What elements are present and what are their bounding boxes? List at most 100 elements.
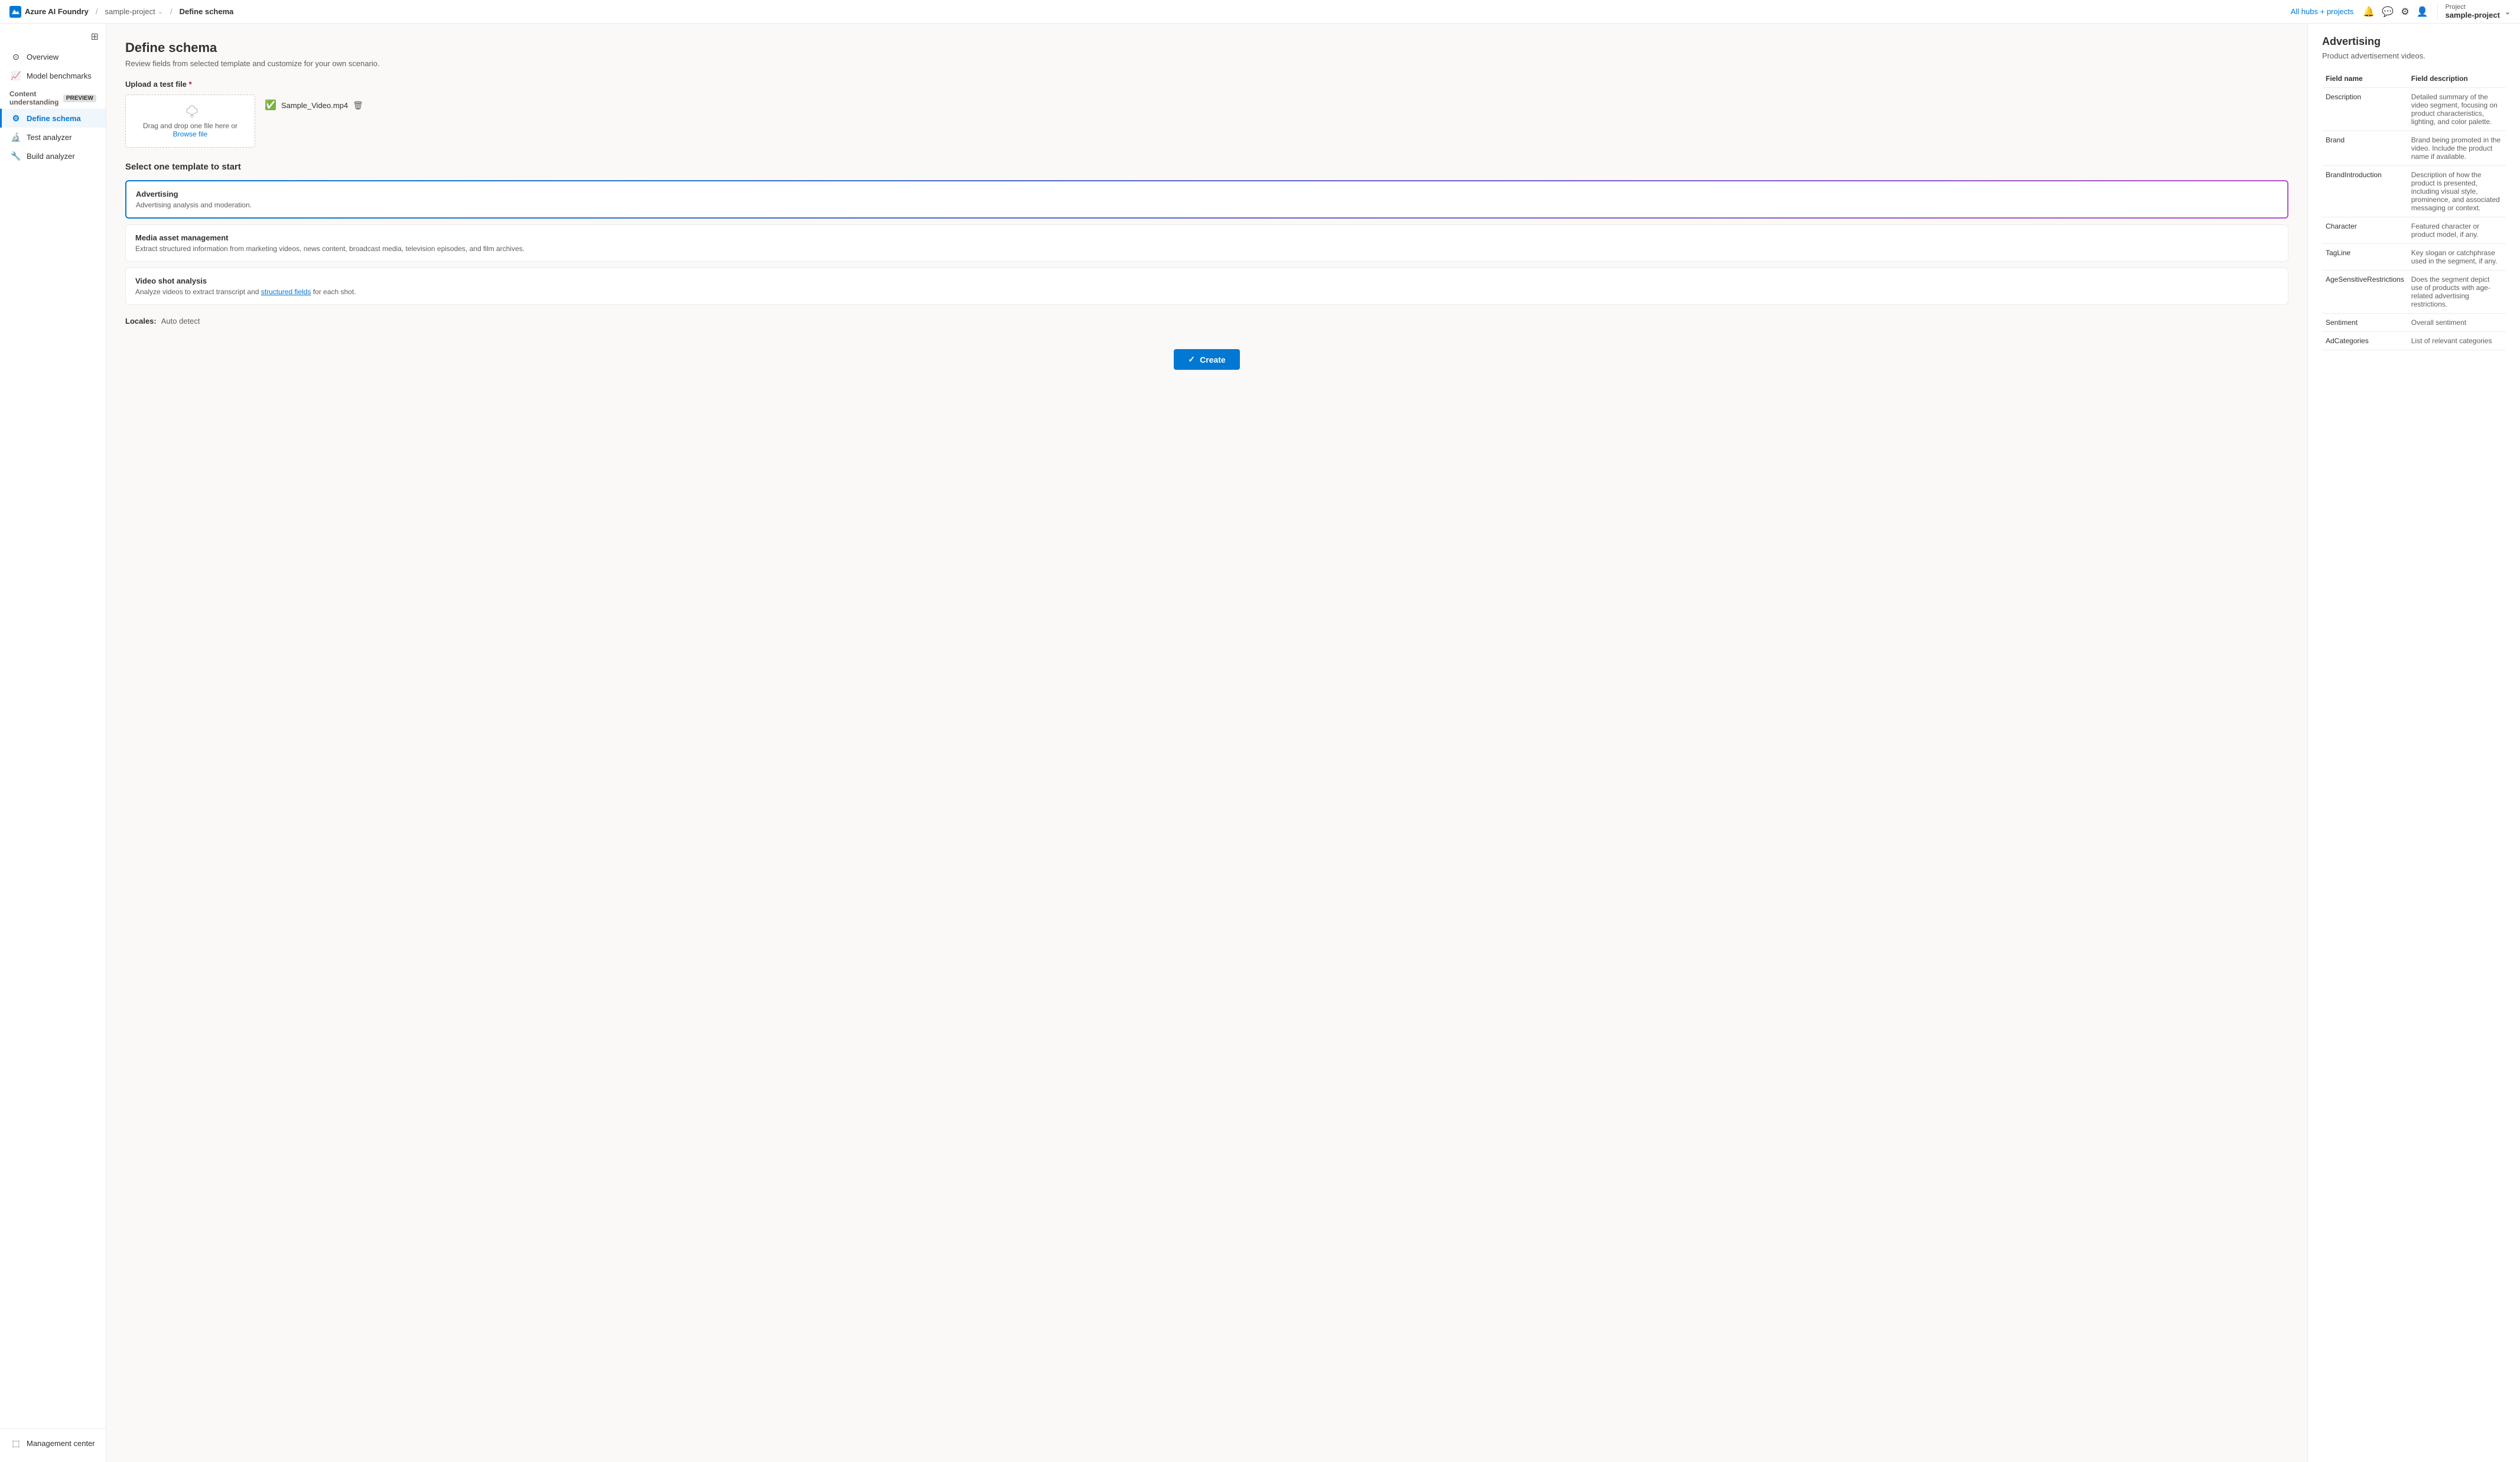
create-button[interactable]: ✓ Create bbox=[1174, 349, 1239, 370]
sidebar: ⊞ ⊙ Overview 📈 Model benchmarks Content … bbox=[0, 24, 106, 1462]
template-title-video-shot: Video shot analysis bbox=[135, 276, 2278, 285]
azure-ai-foundry-icon bbox=[9, 6, 21, 18]
sidebar-item-model-benchmarks[interactable]: 📈 Model benchmarks bbox=[0, 66, 106, 85]
locales-section: Locales: Auto detect bbox=[125, 317, 2288, 325]
topnav-right: All hubs + projects 🔔 💬 ⚙ 👤 Project samp… bbox=[2291, 4, 2511, 19]
page-subtitle: Review fields from selected template and… bbox=[125, 59, 2288, 68]
breadcrumb-current: Define schema bbox=[180, 7, 234, 16]
template-desc-video-shot: Analyze videos to extract transcript and… bbox=[135, 288, 2278, 296]
sidebar-toggle[interactable]: ⊞ bbox=[0, 28, 106, 47]
browse-file-link[interactable]: Browse file bbox=[173, 130, 208, 138]
field-desc-cell: Featured character or product model, if … bbox=[2408, 217, 2506, 244]
project-label: Project bbox=[2445, 4, 2499, 11]
page-title: Define schema bbox=[125, 40, 2288, 56]
sidebar-section-label: Content understanding bbox=[9, 90, 63, 106]
locales-value: Auto detect bbox=[161, 317, 200, 325]
brand-logo[interactable]: Azure AI Foundry bbox=[9, 6, 89, 18]
create-button-row: ✓ Create bbox=[125, 349, 2288, 370]
field-desc-cell: List of relevant categories bbox=[2408, 332, 2506, 350]
overview-icon: ⊙ bbox=[11, 52, 21, 61]
main-layout: ⊞ ⊙ Overview 📈 Model benchmarks Content … bbox=[0, 24, 2520, 1462]
template-card-video-shot[interactable]: Video shot analysis Analyze videos to ex… bbox=[125, 268, 2288, 305]
project-name: sample-project bbox=[2445, 11, 2499, 19]
table-row: TagLineKey slogan or catchphrase used in… bbox=[2322, 244, 2506, 271]
sidebar-item-build-analyzer[interactable]: 🔧 Build analyzer bbox=[0, 146, 106, 165]
locales-label: Locales: bbox=[125, 317, 157, 325]
settings-icon[interactable]: ⚙ bbox=[2401, 6, 2409, 18]
right-panel: Advertising Product advertisement videos… bbox=[2307, 24, 2520, 1462]
col-field-name: Field name bbox=[2322, 70, 2408, 88]
sidebar-label-management-center: Management center bbox=[27, 1439, 95, 1448]
notification-icon[interactable]: 🔔 bbox=[2363, 6, 2375, 18]
preview-badge: PREVIEW bbox=[63, 95, 96, 102]
all-hubs-link[interactable]: All hubs + projects bbox=[2291, 7, 2354, 16]
chat-icon[interactable]: 💬 bbox=[2382, 6, 2394, 18]
breadcrumb-sep-1: / bbox=[96, 7, 98, 16]
management-center-icon: ⬚ bbox=[11, 1438, 21, 1448]
field-name-cell: AdCategories bbox=[2322, 332, 2408, 350]
sidebar-label-test-analyzer: Test analyzer bbox=[27, 133, 72, 142]
file-dropzone[interactable]: Drag and drop one file here or Browse fi… bbox=[125, 95, 255, 148]
user-avatar[interactable]: 👤 bbox=[2417, 6, 2428, 18]
create-label: Create bbox=[1200, 355, 1226, 364]
field-name-cell: TagLine bbox=[2322, 244, 2408, 271]
template-desc-advertising: Advertising analysis and moderation. bbox=[136, 201, 2278, 209]
sidebar-item-define-schema[interactable]: ⚙ Define schema bbox=[0, 109, 106, 128]
field-desc-cell: Overall sentiment bbox=[2408, 314, 2506, 332]
sidebar-item-management-center[interactable]: ⬚ Management center bbox=[0, 1434, 106, 1453]
field-desc-cell: Key slogan or catchphrase used in the se… bbox=[2408, 244, 2506, 271]
sidebar-bottom: ⬚ Management center bbox=[0, 1428, 106, 1457]
upload-label: Upload a test file * bbox=[125, 80, 2288, 89]
project-selector[interactable]: Project sample-project ⌄ bbox=[2437, 4, 2511, 19]
field-name-cell: BrandIntroduction bbox=[2322, 166, 2408, 217]
sidebar-label-model-benchmarks: Model benchmarks bbox=[27, 71, 92, 80]
sidebar-item-test-analyzer[interactable]: 🔬 Test analyzer bbox=[0, 128, 106, 146]
sidebar-section-content-understanding: Content understanding PREVIEW bbox=[0, 85, 106, 109]
table-row: SentimentOverall sentiment bbox=[2322, 314, 2506, 332]
delete-file-icon[interactable]: 🗑 bbox=[353, 100, 363, 110]
template-title-advertising: Advertising bbox=[136, 190, 2278, 198]
sidebar-item-overview[interactable]: ⊙ Overview bbox=[0, 47, 106, 66]
panel-title: Advertising bbox=[2322, 35, 2506, 48]
template-title-media-asset: Media asset management bbox=[135, 233, 2278, 242]
uploaded-file-info: ✅ Sample_Video.mp4 🗑 bbox=[265, 95, 363, 116]
panel-desc: Product advertisement videos. bbox=[2322, 51, 2506, 60]
template-card-media-asset[interactable]: Media asset management Extract structure… bbox=[125, 224, 2288, 262]
field-name-cell: Sentiment bbox=[2322, 314, 2408, 332]
template-desc-media-asset: Extract structured information from mark… bbox=[135, 245, 2278, 253]
table-row: BrandIntroductionDescription of how the … bbox=[2322, 166, 2506, 217]
table-row: AgeSensitiveRestrictionsDoes the segment… bbox=[2322, 271, 2506, 314]
fields-table: Field name Field description Description… bbox=[2322, 70, 2506, 350]
field-name-cell: AgeSensitiveRestrictions bbox=[2322, 271, 2408, 314]
brand-name: Azure AI Foundry bbox=[25, 7, 89, 16]
field-desc-cell: Description of how the product is presen… bbox=[2408, 166, 2506, 217]
build-analyzer-icon: 🔧 bbox=[11, 151, 21, 161]
field-name-cell: Brand bbox=[2322, 131, 2408, 166]
model-benchmarks-icon: 📈 bbox=[11, 71, 21, 80]
template-card-advertising[interactable]: Advertising Advertising analysis and mod… bbox=[125, 180, 2288, 219]
define-schema-icon: ⚙ bbox=[11, 113, 21, 123]
table-row: CharacterFeatured character or product m… bbox=[2322, 217, 2506, 244]
upload-section: Drag and drop one file here or Browse fi… bbox=[125, 95, 2288, 148]
table-row: BrandBrand being promoted in the video. … bbox=[2322, 131, 2506, 166]
required-star: * bbox=[189, 80, 192, 89]
field-desc-cell: Does the segment depict use of products … bbox=[2408, 271, 2506, 314]
sidebar-label-define-schema: Define schema bbox=[27, 114, 81, 123]
col-field-desc: Field description bbox=[2408, 70, 2506, 88]
breadcrumb-sep-2: / bbox=[170, 7, 172, 16]
file-check-icon: ✅ bbox=[265, 99, 276, 111]
sidebar-label-build-analyzer: Build analyzer bbox=[27, 152, 75, 161]
template-section: Select one template to start Advertising… bbox=[125, 162, 2288, 305]
cloud-upload-icon bbox=[182, 104, 198, 118]
table-row: DescriptionDetailed summary of the video… bbox=[2322, 88, 2506, 131]
sidebar-label-overview: Overview bbox=[27, 53, 58, 61]
template-section-title: Select one template to start bbox=[125, 162, 2288, 172]
create-check-icon: ✓ bbox=[1188, 354, 1195, 364]
table-row: AdCategoriesList of relevant categories bbox=[2322, 332, 2506, 350]
field-desc-cell: Detailed summary of the video segment, f… bbox=[2408, 88, 2506, 131]
structured-fields-link[interactable]: structured fields bbox=[261, 288, 311, 296]
dropzone-text: Drag and drop one file here or Browse fi… bbox=[143, 122, 237, 138]
topnav-icons: 🔔 💬 ⚙ 👤 bbox=[2363, 6, 2428, 18]
breadcrumb-project[interactable]: sample-project ⌄ bbox=[105, 7, 162, 16]
main-content: Define schema Review fields from selecte… bbox=[106, 24, 2307, 1462]
